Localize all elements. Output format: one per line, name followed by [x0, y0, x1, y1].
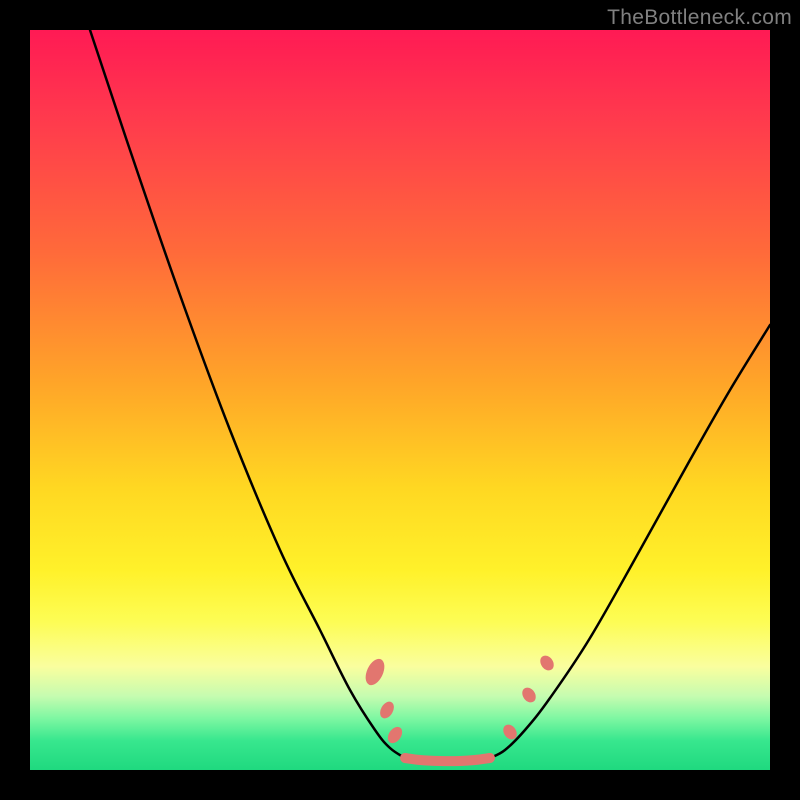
marker-dot: [362, 656, 388, 688]
marker-dot: [377, 699, 396, 721]
left-curve: [90, 30, 405, 758]
marker-dot: [385, 724, 405, 746]
valley-flat: [405, 758, 490, 761]
watermark-text: TheBottleneck.com: [607, 6, 792, 30]
chart-svg: [30, 30, 770, 770]
marker-dot: [519, 685, 538, 705]
marker-dot: [537, 653, 556, 673]
valley-markers: [362, 653, 557, 746]
chart-frame: TheBottleneck.com: [0, 0, 800, 800]
plot-area: [30, 30, 770, 770]
